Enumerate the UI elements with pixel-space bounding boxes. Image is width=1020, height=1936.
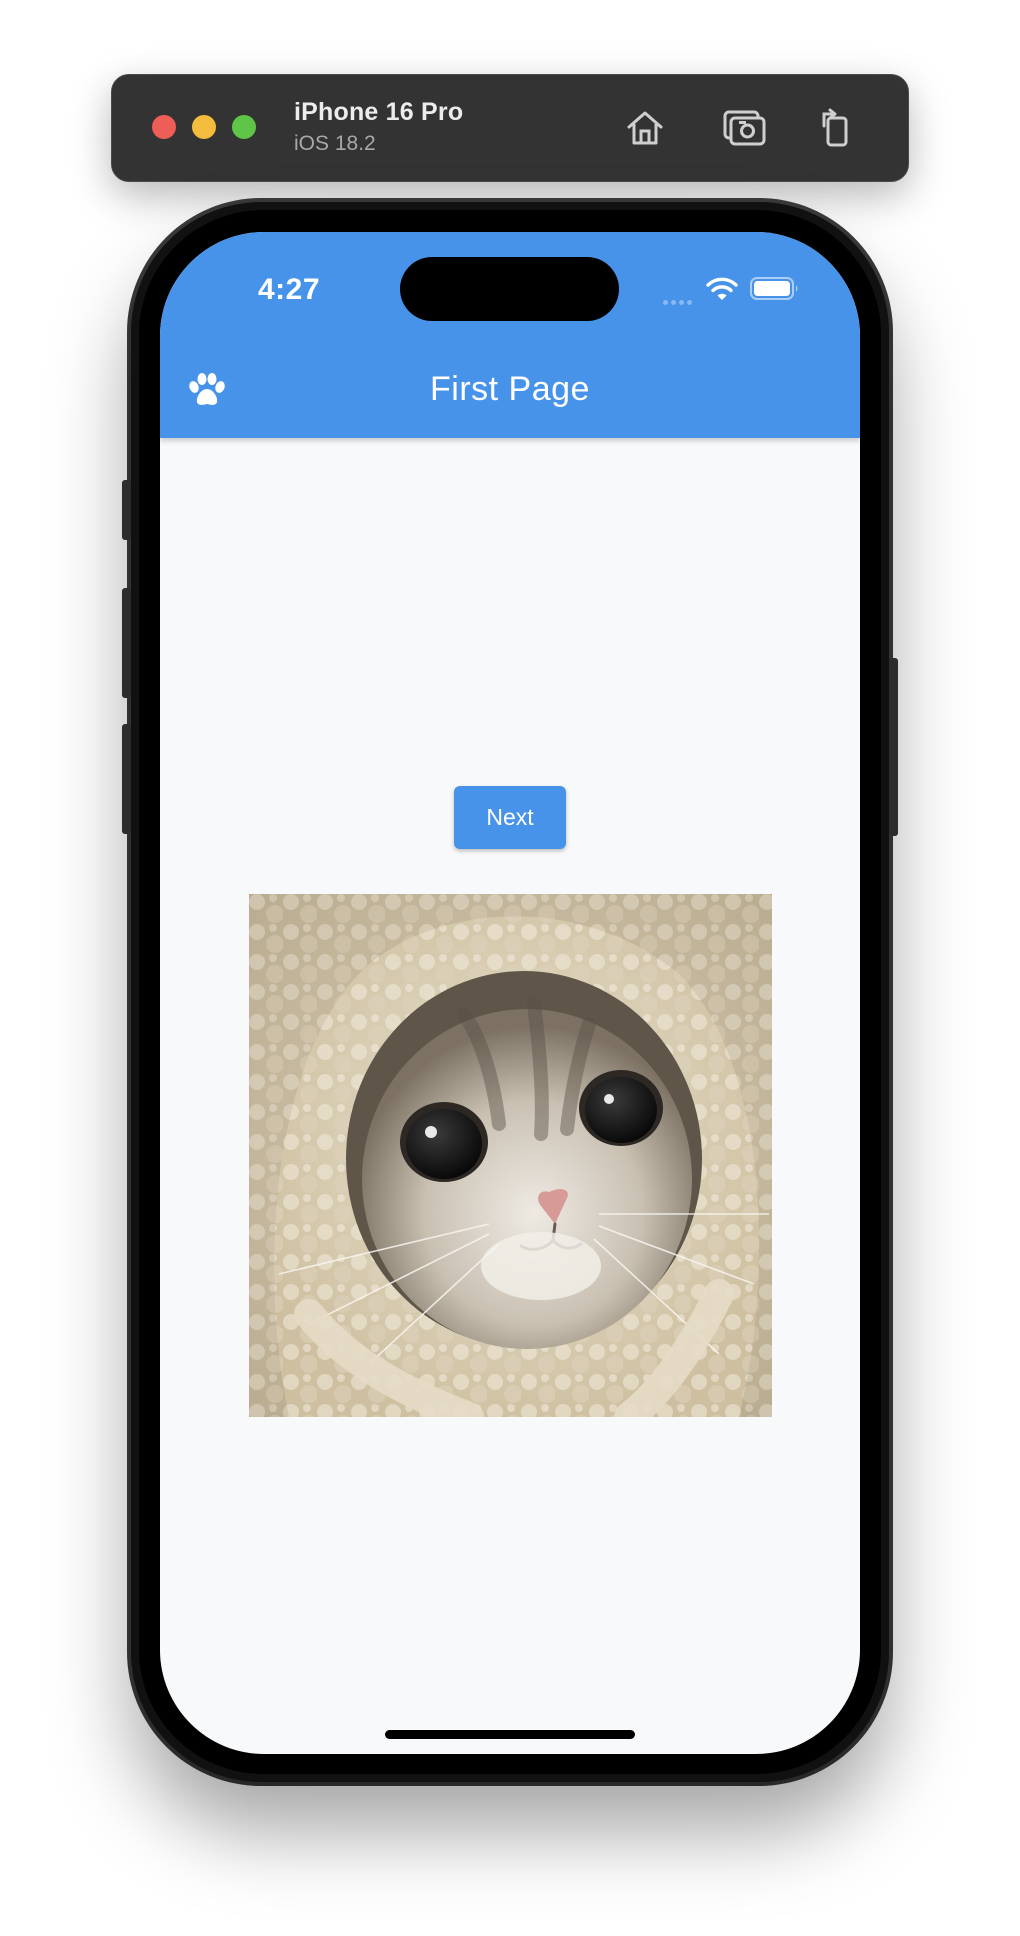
zoom-window-button[interactable] <box>232 115 256 139</box>
page-title: First Page <box>430 370 590 408</box>
power-button <box>889 658 898 836</box>
simulator-window: iPhone 16 Pro iOS 18.2 4:27 First Page N… <box>0 0 1020 1936</box>
cellular-signal-icon <box>663 292 695 310</box>
home-icon[interactable] <box>621 104 669 152</box>
app-bar: 4:27 First Page <box>160 232 860 438</box>
volume-up-button <box>122 588 131 698</box>
phone-screen: 4:27 First Page Next <box>160 232 860 1754</box>
os-version: iOS 18.2 <box>294 132 376 155</box>
minimize-window-button[interactable] <box>192 115 216 139</box>
simulator-title-bar <box>111 74 909 182</box>
rotate-icon[interactable] <box>812 104 860 152</box>
wifi-icon <box>706 277 738 300</box>
next-button[interactable]: Next <box>454 786 566 849</box>
volume-down-button <box>122 724 131 834</box>
dynamic-island <box>400 257 619 321</box>
action-button <box>122 480 131 540</box>
cat-photo <box>249 894 772 1417</box>
screenshot-icon[interactable] <box>720 104 768 152</box>
close-window-button[interactable] <box>152 115 176 139</box>
battery-icon <box>750 277 798 300</box>
home-indicator[interactable] <box>385 1730 635 1739</box>
status-time: 4:27 <box>258 273 321 306</box>
device-name: iPhone 16 Pro <box>294 98 464 126</box>
